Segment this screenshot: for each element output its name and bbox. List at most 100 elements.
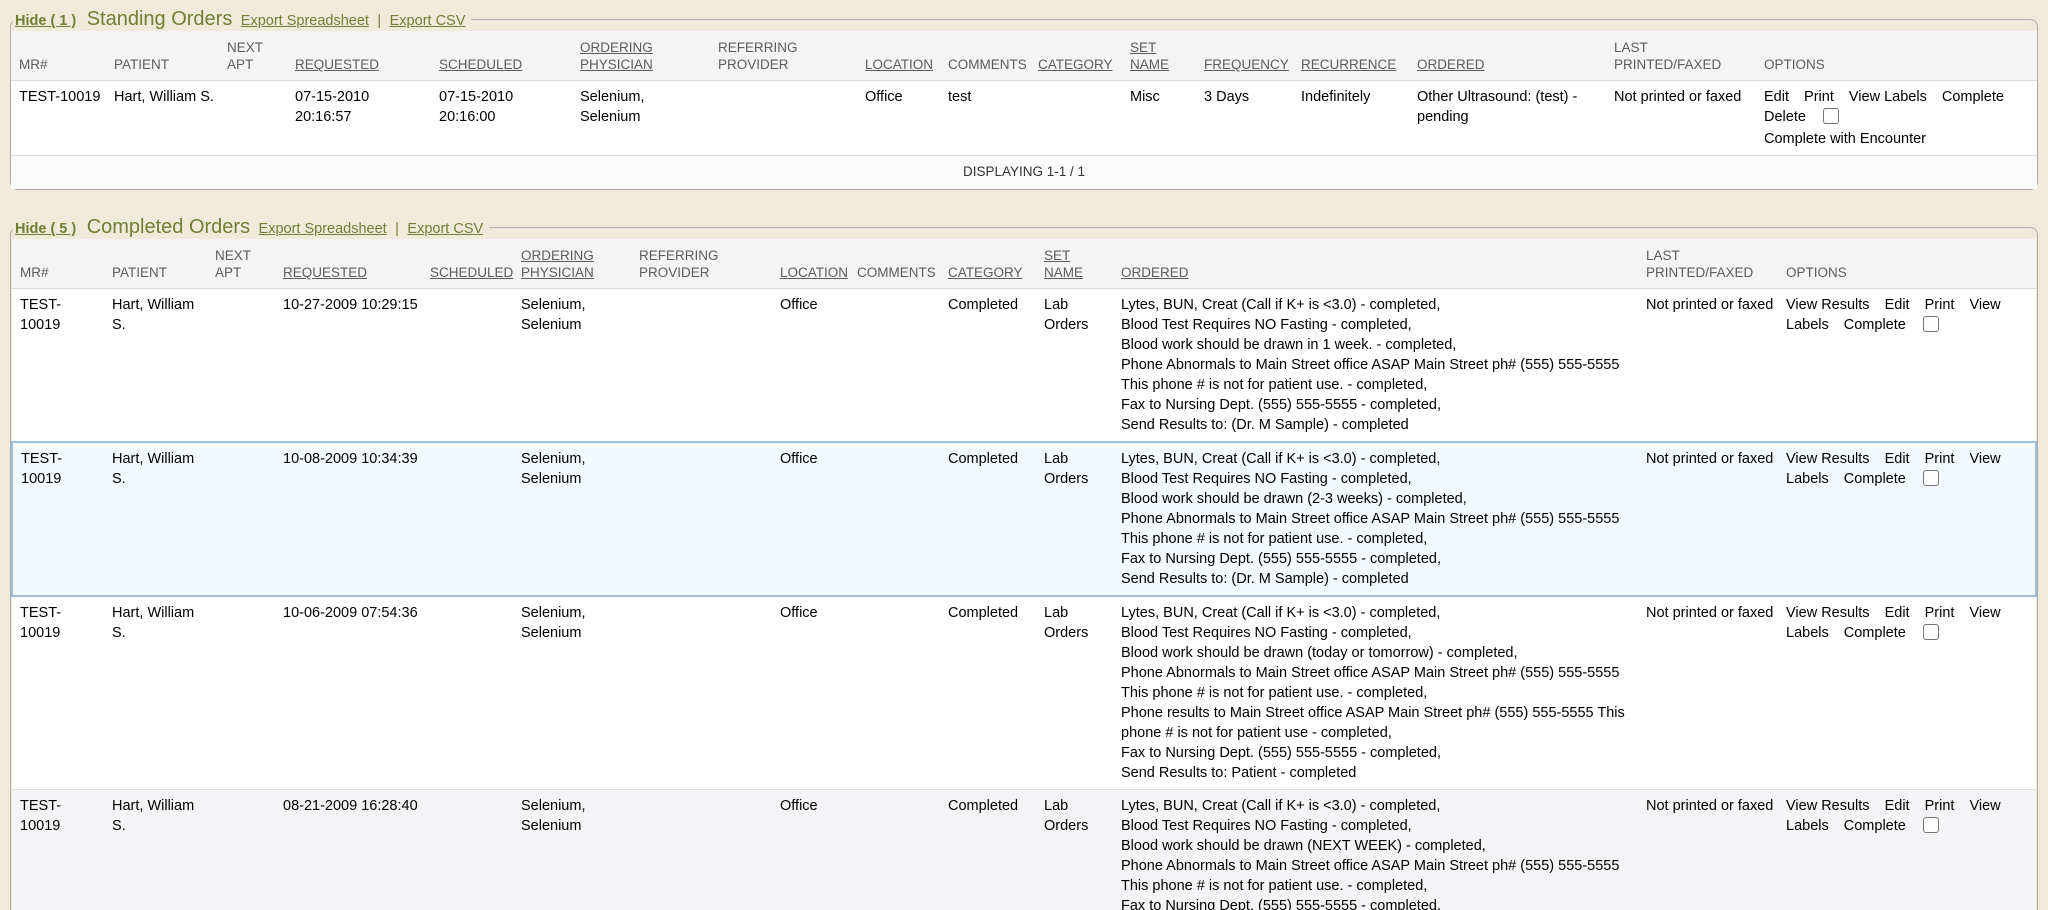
option-complete-with-encounter-link[interactable]: Complete with Encounter bbox=[1764, 129, 2018, 149]
option-edit-link[interactable]: Edit bbox=[1764, 89, 1789, 105]
sort-link-set-name[interactable]: SET NAME bbox=[1130, 40, 1169, 72]
cell-requested: 08-21-2009 16:28:40 bbox=[279, 790, 426, 910]
order-checkbox[interactable] bbox=[1823, 108, 1839, 124]
sort-link-ordering-physician[interactable]: ORDERING PHYSICIAN bbox=[580, 40, 653, 72]
ordered-item: Blood Test Requires NO Fasting - complet… bbox=[1121, 816, 1634, 836]
column-header-ordering-physician: ORDERING PHYSICIAN bbox=[576, 31, 714, 81]
sort-link-set-name[interactable]: SET NAME bbox=[1044, 248, 1083, 280]
ordered-item: Blood Test Requires NO Fasting - complet… bbox=[1121, 469, 1634, 489]
column-header-patient: PATIENT bbox=[108, 239, 211, 289]
cell-last-printed: Not printed or faxed bbox=[1642, 289, 1782, 443]
option-delete-link[interactable]: Delete bbox=[1764, 109, 1806, 125]
standing-orders-title: Standing Orders bbox=[87, 8, 233, 30]
option-edit-link[interactable]: Edit bbox=[1885, 605, 1910, 621]
ordered-item: Phone Abnormals to Main Street office AS… bbox=[1121, 856, 1634, 896]
cell-mr: TEST-10019 bbox=[12, 442, 108, 596]
ordered-item: Blood Test Requires NO Fasting - complet… bbox=[1121, 623, 1634, 643]
column-header-frequency: FREQUENCY bbox=[1200, 31, 1297, 81]
ordered-item: Phone Abnormals to Main Street office AS… bbox=[1121, 355, 1634, 395]
option-print-link[interactable]: Print bbox=[1925, 297, 1955, 313]
cell-requested: 10-27-2009 10:29:15 bbox=[279, 289, 426, 443]
cell-requested: 10-08-2009 10:34:39 bbox=[279, 442, 426, 596]
cell-last-printed: Not printed or faxed bbox=[1642, 790, 1782, 910]
cell-ordering-physician: Selenium, Selenium bbox=[517, 596, 635, 790]
cell-patient: Hart, William S. bbox=[108, 442, 211, 596]
cell-ordered: Other Ultrasound: (test) - pending bbox=[1413, 81, 1610, 156]
column-header-category: CATEGORY bbox=[944, 239, 1040, 289]
order-checkbox[interactable] bbox=[1923, 817, 1939, 833]
column-header-referring-provider: REFERRING PROVIDER bbox=[635, 239, 776, 289]
column-header-set-name: SET NAME bbox=[1126, 31, 1200, 81]
sort-link-scheduled[interactable]: SCHEDULED bbox=[439, 57, 522, 72]
cell-category: Completed bbox=[944, 596, 1040, 790]
ordered-item: Blood work should be drawn (2-3 weeks) -… bbox=[1121, 489, 1634, 509]
hide-completed-orders-link[interactable]: Hide ( 5 ) bbox=[15, 221, 76, 237]
completed-order-row: TEST-10019Hart, William S.10-27-2009 10:… bbox=[12, 289, 2036, 443]
export-spreadsheet-completed-link[interactable]: Export Spreadsheet bbox=[259, 221, 387, 237]
hide-standing-orders-link[interactable]: Hide ( 1 ) bbox=[15, 13, 76, 29]
cell-options: Edit Print View Labels Complete Delete C… bbox=[1760, 81, 2037, 156]
completed-orders-legend: Hide ( 5 ) Completed Orders Export Sprea… bbox=[13, 216, 489, 239]
cell-scheduled bbox=[426, 442, 517, 596]
cell-options: View Results Edit Print View Labels Comp… bbox=[1782, 442, 2036, 596]
option-edit-link[interactable]: Edit bbox=[1885, 798, 1910, 814]
cell-mr: TEST-10019 bbox=[12, 596, 108, 790]
option-edit-link[interactable]: Edit bbox=[1885, 451, 1910, 467]
cell-location: Office bbox=[776, 442, 853, 596]
column-header-last-printed-faxed: LAST PRINTED/FAXED bbox=[1610, 31, 1760, 81]
option-complete-link[interactable]: Complete bbox=[1844, 317, 1906, 333]
sort-link-category[interactable]: CATEGORY bbox=[1038, 57, 1113, 72]
option-edit-link[interactable]: Edit bbox=[1885, 297, 1910, 313]
ordered-item: Blood work should be drawn in 1 week. - … bbox=[1121, 335, 1634, 355]
ordered-item: Lytes, BUN, Creat (Call if K+ is <3.0) -… bbox=[1121, 449, 1634, 469]
option-print-link[interactable]: Print bbox=[1925, 451, 1955, 467]
option-print-link[interactable]: Print bbox=[1925, 605, 1955, 621]
option-view-results-link[interactable]: View Results bbox=[1786, 605, 1870, 621]
cell-last-printed: Not printed or faxed bbox=[1642, 596, 1782, 790]
option-view-labels-link[interactable]: View Labels bbox=[1849, 89, 1927, 105]
option-print-link[interactable]: Print bbox=[1925, 798, 1955, 814]
option-complete-link[interactable]: Complete bbox=[1844, 818, 1906, 834]
sort-link-recurrence[interactable]: RECURRENCE bbox=[1301, 57, 1396, 72]
sort-link-location[interactable]: LOCATION bbox=[780, 265, 848, 280]
sort-link-category[interactable]: CATEGORY bbox=[948, 265, 1023, 280]
export-spreadsheet-standing-link[interactable]: Export Spreadsheet bbox=[241, 13, 369, 29]
option-view-results-link[interactable]: View Results bbox=[1786, 451, 1870, 467]
ordered-item: Fax to Nursing Dept. (555) 555-5555 - co… bbox=[1121, 743, 1634, 763]
column-header-comments: COMMENTS bbox=[853, 239, 944, 289]
option-print-link[interactable]: Print bbox=[1804, 89, 1834, 105]
column-header-comments: COMMENTS bbox=[944, 31, 1034, 81]
order-checkbox[interactable] bbox=[1923, 470, 1939, 486]
ordered-item: Phone Abnormals to Main Street office AS… bbox=[1121, 509, 1634, 549]
cell-category: Completed bbox=[944, 442, 1040, 596]
export-csv-completed-link[interactable]: Export CSV bbox=[407, 221, 483, 237]
cell-category: Completed bbox=[944, 790, 1040, 910]
option-view-results-link[interactable]: View Results bbox=[1786, 798, 1870, 814]
sort-link-requested[interactable]: REQUESTED bbox=[295, 57, 379, 72]
cell-ordered: Lytes, BUN, Creat (Call if K+ is <3.0) -… bbox=[1117, 442, 1642, 596]
sort-link-requested[interactable]: REQUESTED bbox=[283, 265, 367, 280]
completed-orders-title: Completed Orders bbox=[87, 216, 250, 238]
cell-mr: TEST-10019 bbox=[12, 289, 108, 443]
cell-last-printed: Not printed or faxed bbox=[1642, 442, 1782, 596]
order-checkbox[interactable] bbox=[1923, 316, 1939, 332]
option-complete-link[interactable]: Complete bbox=[1844, 625, 1906, 641]
column-header-location: LOCATION bbox=[861, 31, 944, 81]
sort-link-ordered[interactable]: ORDERED bbox=[1417, 57, 1485, 72]
sort-link-frequency[interactable]: FREQUENCY bbox=[1204, 57, 1289, 72]
cell-recurrence: Indefinitely bbox=[1297, 81, 1413, 156]
export-csv-standing-link[interactable]: Export CSV bbox=[390, 13, 466, 29]
order-checkbox[interactable] bbox=[1923, 624, 1939, 640]
sort-link-location[interactable]: LOCATION bbox=[865, 57, 933, 72]
sort-link-ordering-physician[interactable]: ORDERING PHYSICIAN bbox=[521, 248, 594, 280]
sort-link-ordered[interactable]: ORDERED bbox=[1121, 265, 1189, 280]
option-complete-link[interactable]: Complete bbox=[1942, 89, 2004, 105]
sort-link-scheduled[interactable]: SCHEDULED bbox=[430, 265, 513, 280]
cell-referring-provider bbox=[714, 81, 861, 156]
cell-comments bbox=[853, 596, 944, 790]
option-view-results-link[interactable]: View Results bbox=[1786, 297, 1870, 313]
cell-patient: Hart, William S. bbox=[110, 81, 223, 156]
option-complete-link[interactable]: Complete bbox=[1844, 471, 1906, 487]
cell-set-name: Lab Orders bbox=[1040, 596, 1117, 790]
cell-comments: test bbox=[944, 81, 1034, 156]
